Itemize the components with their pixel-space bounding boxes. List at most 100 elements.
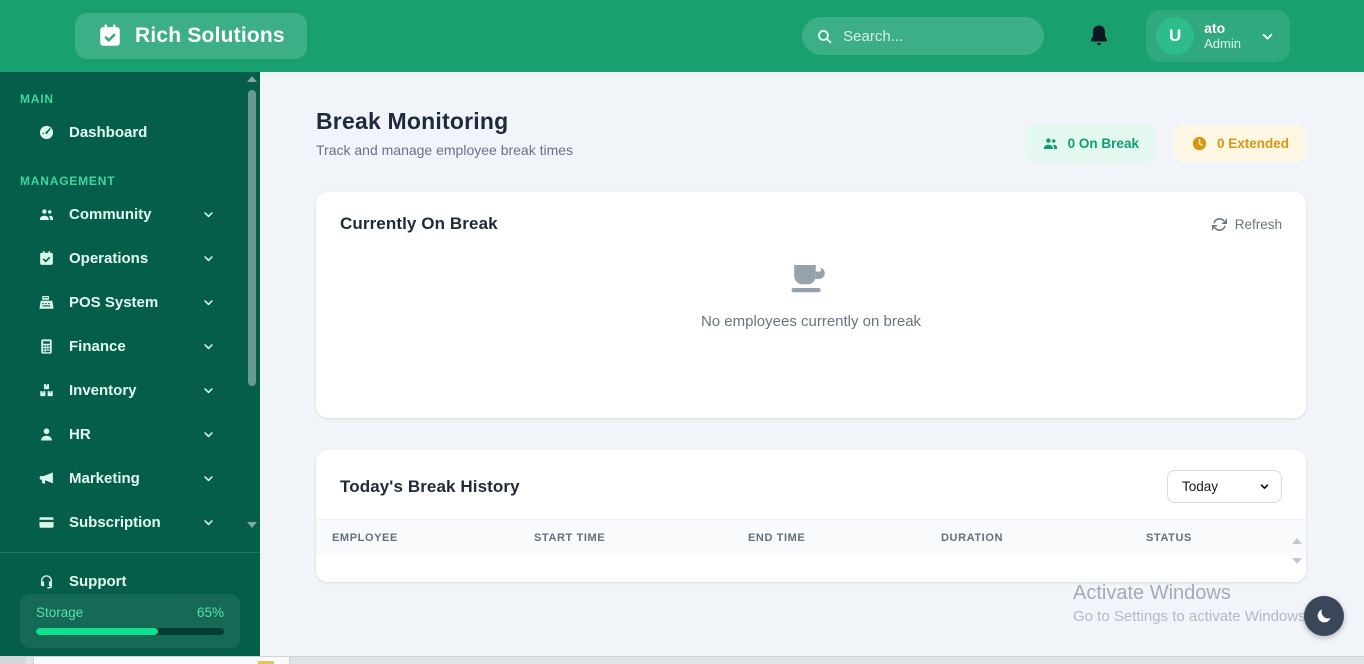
currently-on-break-card: Currently On Break Refresh No employees … (316, 192, 1306, 418)
break-monitoring-app: Rich Solutions U ato Admin (0, 0, 1364, 664)
person-icon (38, 426, 55, 443)
sidebar-item-inventory[interactable]: Inventory (0, 368, 260, 412)
clock-icon (1191, 135, 1208, 152)
user-avatar: U (1156, 17, 1195, 55)
chevron-down-icon (1258, 480, 1271, 493)
extended-badge-label: 0 Extended (1216, 136, 1289, 151)
sidebar-item-label: Dashboard (69, 123, 148, 141)
boxes-icon (38, 382, 55, 399)
column-header-end-time: END TIME (748, 531, 806, 544)
sidebar-item-dashboard[interactable]: Dashboard (0, 110, 260, 154)
sidebar-item-label: Finance (69, 337, 126, 355)
empty-state: No employees currently on break (316, 260, 1306, 330)
chevron-down-icon (201, 383, 216, 398)
sidebar-item-label: HR (69, 425, 91, 443)
history-range-select[interactable]: Today (1167, 470, 1282, 503)
search-icon (816, 28, 833, 45)
scroll-left-button[interactable] (0, 657, 26, 664)
credit-card-icon (38, 514, 55, 531)
sidebar-item-subscription[interactable]: Subscription (0, 500, 260, 544)
page-header: Break Monitoring Track and manage employ… (316, 108, 573, 158)
user-role: Admin (1204, 35, 1241, 51)
topbar-right-group: U ato Admin (802, 10, 1290, 62)
on-break-badge-label: 0 On Break (1067, 136, 1139, 151)
chevron-down-icon (201, 251, 216, 266)
calculator-icon (38, 338, 55, 355)
sidebar-section-main: MAIN (20, 92, 54, 106)
sidebar-item-operations[interactable]: Operations (0, 236, 260, 280)
scrollbar-thumb[interactable] (248, 90, 256, 386)
sidebar-item-hr[interactable]: HR (0, 412, 260, 456)
sidebar-item-pos-system[interactable]: POS System (0, 280, 260, 324)
sidebar-item-label: Inventory (69, 381, 137, 399)
sidebar-item-label: Support (69, 572, 127, 590)
on-break-badge: 0 On Break (1024, 125, 1156, 162)
column-header-status: STATUS (1146, 531, 1192, 544)
column-header-start-time: START TIME (534, 531, 606, 544)
sidebar-nav: MAIN Dashboard MANAGEMENT Community Oper… (0, 72, 260, 656)
main-content: Break Monitoring Track and manage employ… (260, 72, 1364, 656)
scroll-down-arrow-icon[interactable] (247, 522, 257, 528)
page-subtitle: Track and manage employee break times (316, 142, 574, 158)
sidebar-divider (0, 552, 260, 553)
megaphone-icon (38, 470, 55, 487)
horizontal-scrollbar-thumb[interactable] (33, 657, 290, 664)
chevron-down-icon (201, 471, 216, 486)
search-input[interactable] (843, 27, 1031, 45)
users-icon (1042, 135, 1059, 152)
sidebar-item-label: Marketing (69, 469, 140, 487)
storage-percent: 65% (196, 605, 224, 620)
chevron-down-icon (201, 339, 216, 354)
chevron-down-icon (201, 515, 216, 530)
horizontal-scrollbar[interactable] (0, 656, 1364, 664)
chevron-down-icon (201, 295, 216, 310)
coffee-cup-icon (788, 260, 834, 300)
calendar-check-icon (97, 23, 123, 49)
storage-label: Storage (36, 605, 84, 620)
watermark-line1: Activate Windows (1073, 582, 1231, 604)
history-table-header: EMPLOYEE START TIME END TIME DURATION ST… (316, 519, 1306, 555)
activate-windows-watermark: Activate Windows Go to Settings to activ… (1073, 582, 1306, 625)
notifications-bell-icon[interactable] (1086, 23, 1112, 49)
dashboard-gauge-icon (38, 124, 55, 141)
sidebar-section-management: MANAGEMENT (20, 174, 116, 188)
extended-badge: 0 Extended (1173, 125, 1306, 162)
refresh-button[interactable]: Refresh (1211, 216, 1282, 232)
empty-state-text: No employees currently on break (700, 313, 922, 330)
card-title: Today's Break History (340, 476, 520, 496)
card-title: Currently On Break (340, 214, 498, 233)
table-scrollbar[interactable] (1291, 538, 1303, 574)
search-box[interactable] (802, 17, 1045, 55)
watermark-line2: Go to Settings to activate Windows (1073, 608, 1306, 625)
storage-widget: Storage 65% (20, 594, 240, 648)
scroll-down-arrow-icon[interactable] (1292, 558, 1302, 564)
column-header-employee: EMPLOYEE (332, 531, 398, 544)
dark-mode-toggle-button[interactable] (1304, 596, 1344, 636)
top-navbar: Rich Solutions U ato Admin (0, 0, 1364, 72)
sidebar-item-finance[interactable]: Finance (0, 324, 260, 368)
moon-icon (1315, 607, 1333, 625)
column-header-duration: DURATION (941, 531, 1004, 544)
sidebar-item-marketing[interactable]: Marketing (0, 456, 260, 500)
calendar-check-icon (38, 250, 55, 267)
sidebar-scrollbar[interactable] (246, 76, 258, 528)
user-menu[interactable]: U ato Admin (1146, 10, 1290, 62)
cash-register-icon (38, 294, 55, 311)
refresh-label: Refresh (1234, 216, 1282, 232)
scroll-up-arrow-icon[interactable] (1292, 538, 1302, 544)
sidebar-item-label: Subscription (69, 513, 161, 531)
brand-title: Rich Solutions (135, 24, 285, 47)
storage-progress-track (36, 628, 224, 635)
break-history-card: Today's Break History Today EMPLOYEE STA… (316, 450, 1306, 582)
scroll-up-arrow-icon[interactable] (247, 76, 257, 82)
brand-logo[interactable]: Rich Solutions (75, 13, 307, 59)
status-badges: 0 On Break 0 Extended (1024, 125, 1306, 162)
sidebar-item-label: Operations (69, 249, 149, 267)
chevron-down-icon (1259, 28, 1276, 45)
sidebar-item-label: Community (69, 205, 152, 223)
storage-progress-fill (36, 628, 159, 635)
users-icon (38, 206, 55, 223)
chevron-down-icon (201, 207, 216, 222)
sidebar-item-community[interactable]: Community (0, 192, 260, 236)
refresh-icon (1211, 217, 1227, 232)
